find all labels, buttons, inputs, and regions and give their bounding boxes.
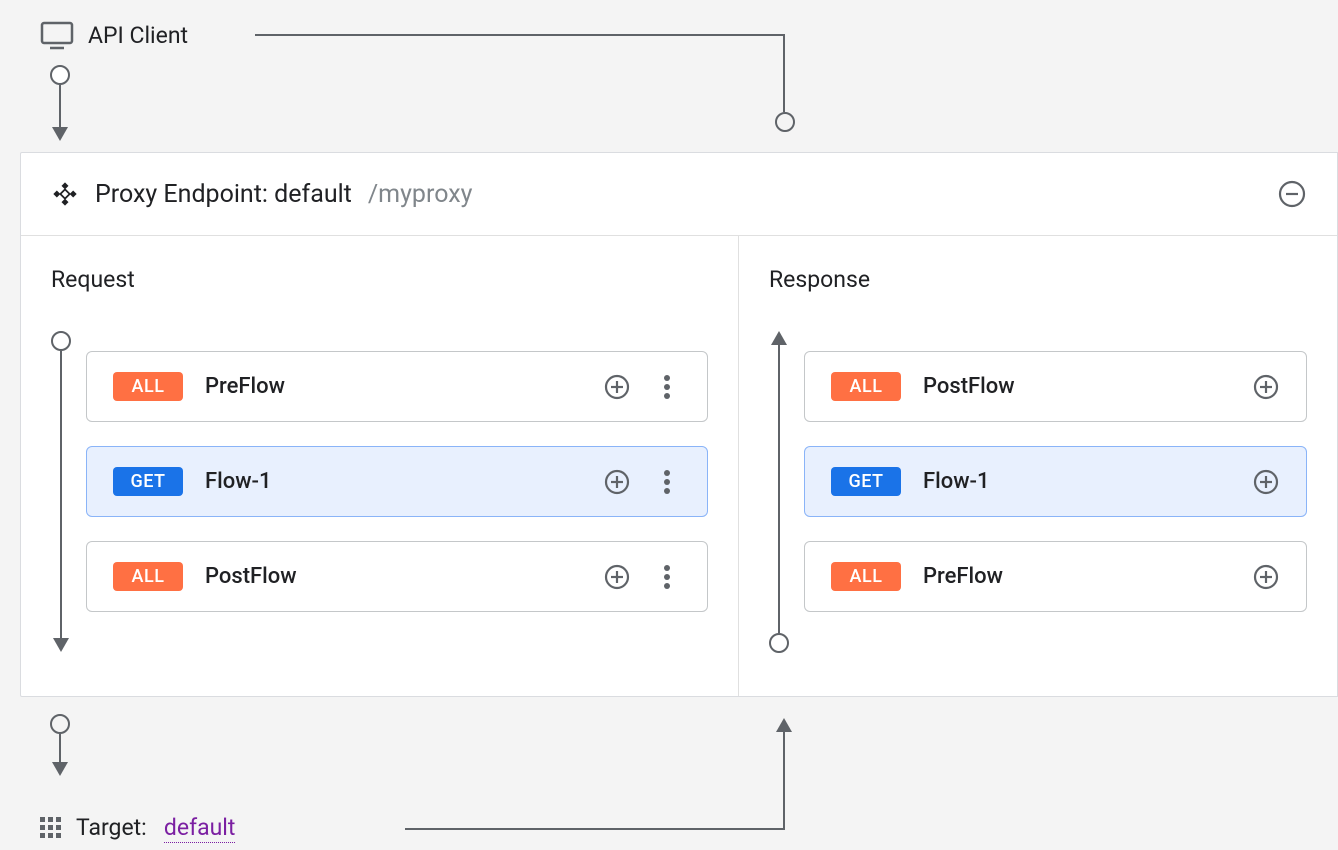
response-flow-item[interactable]: ALL PreFlow xyxy=(804,541,1307,612)
response-flow-rail xyxy=(769,331,789,661)
add-step-button[interactable] xyxy=(1252,468,1280,496)
request-flow-item[interactable]: ALL PostFlow xyxy=(86,541,708,612)
request-flow-item[interactable]: GET Flow-1 xyxy=(86,446,708,517)
proxy-endpoint-card: Proxy Endpoint: default /myproxy Request… xyxy=(20,152,1338,697)
request-flow-rail xyxy=(51,331,71,661)
collapse-button[interactable] xyxy=(1277,179,1307,209)
flow-method-tag: ALL xyxy=(831,562,901,591)
flow-method-tag: ALL xyxy=(113,372,183,401)
flow-label: PostFlow xyxy=(205,564,297,589)
endpoint-name: default xyxy=(274,180,352,209)
connector-client-to-response xyxy=(255,34,785,129)
add-step-button[interactable] xyxy=(1252,563,1280,591)
flow-method-tag: GET xyxy=(113,467,183,496)
flow-label: Flow-1 xyxy=(923,469,990,494)
target-row: Target: default xyxy=(40,814,235,841)
flow-method-tag: ALL xyxy=(113,562,183,591)
flow-label: PostFlow xyxy=(923,374,1015,399)
flow-method-tag: ALL xyxy=(831,372,901,401)
target-link[interactable]: default xyxy=(164,814,235,843)
request-panel: Request ALL PreFlow GET Flow-1 ALL PostFlow xyxy=(21,236,739,696)
endpoint-title-prefix: Proxy Endpoint: xyxy=(95,180,268,209)
endpoint-icon xyxy=(51,180,79,208)
add-step-button[interactable] xyxy=(1252,373,1280,401)
monitor-icon xyxy=(40,20,74,50)
proxy-endpoint-header: Proxy Endpoint: default /myproxy xyxy=(21,153,1337,236)
flow-menu-button[interactable] xyxy=(653,468,681,496)
flow-menu-button[interactable] xyxy=(653,373,681,401)
add-step-button[interactable] xyxy=(603,563,631,591)
flow-menu-button[interactable] xyxy=(653,563,681,591)
response-flow-item[interactable]: GET Flow-1 xyxy=(804,446,1307,517)
add-step-button[interactable] xyxy=(603,468,631,496)
flow-label: PreFlow xyxy=(205,374,285,399)
connector-endpoint-to-target xyxy=(50,714,70,784)
endpoint-title: Proxy Endpoint: default xyxy=(95,180,352,209)
connector-target-to-response xyxy=(405,720,785,835)
response-panel: Response ALL PostFlow GET Flow-1 ALL PreFlow xyxy=(739,236,1337,696)
api-client-label: API Client xyxy=(88,22,188,49)
request-flow-item[interactable]: ALL PreFlow xyxy=(86,351,708,422)
request-heading: Request xyxy=(51,266,708,293)
flow-label: Flow-1 xyxy=(205,469,272,494)
api-client-row: API Client xyxy=(40,20,188,50)
response-flow-item[interactable]: ALL PostFlow xyxy=(804,351,1307,422)
target-label-key: Target: xyxy=(76,814,147,841)
connector-client-to-endpoint xyxy=(50,65,70,150)
response-heading: Response xyxy=(769,266,1307,293)
endpoint-path: /myproxy xyxy=(368,180,473,209)
grid-icon xyxy=(40,817,62,839)
flow-label: PreFlow xyxy=(923,564,1003,589)
add-step-button[interactable] xyxy=(603,373,631,401)
flow-method-tag: GET xyxy=(831,467,901,496)
